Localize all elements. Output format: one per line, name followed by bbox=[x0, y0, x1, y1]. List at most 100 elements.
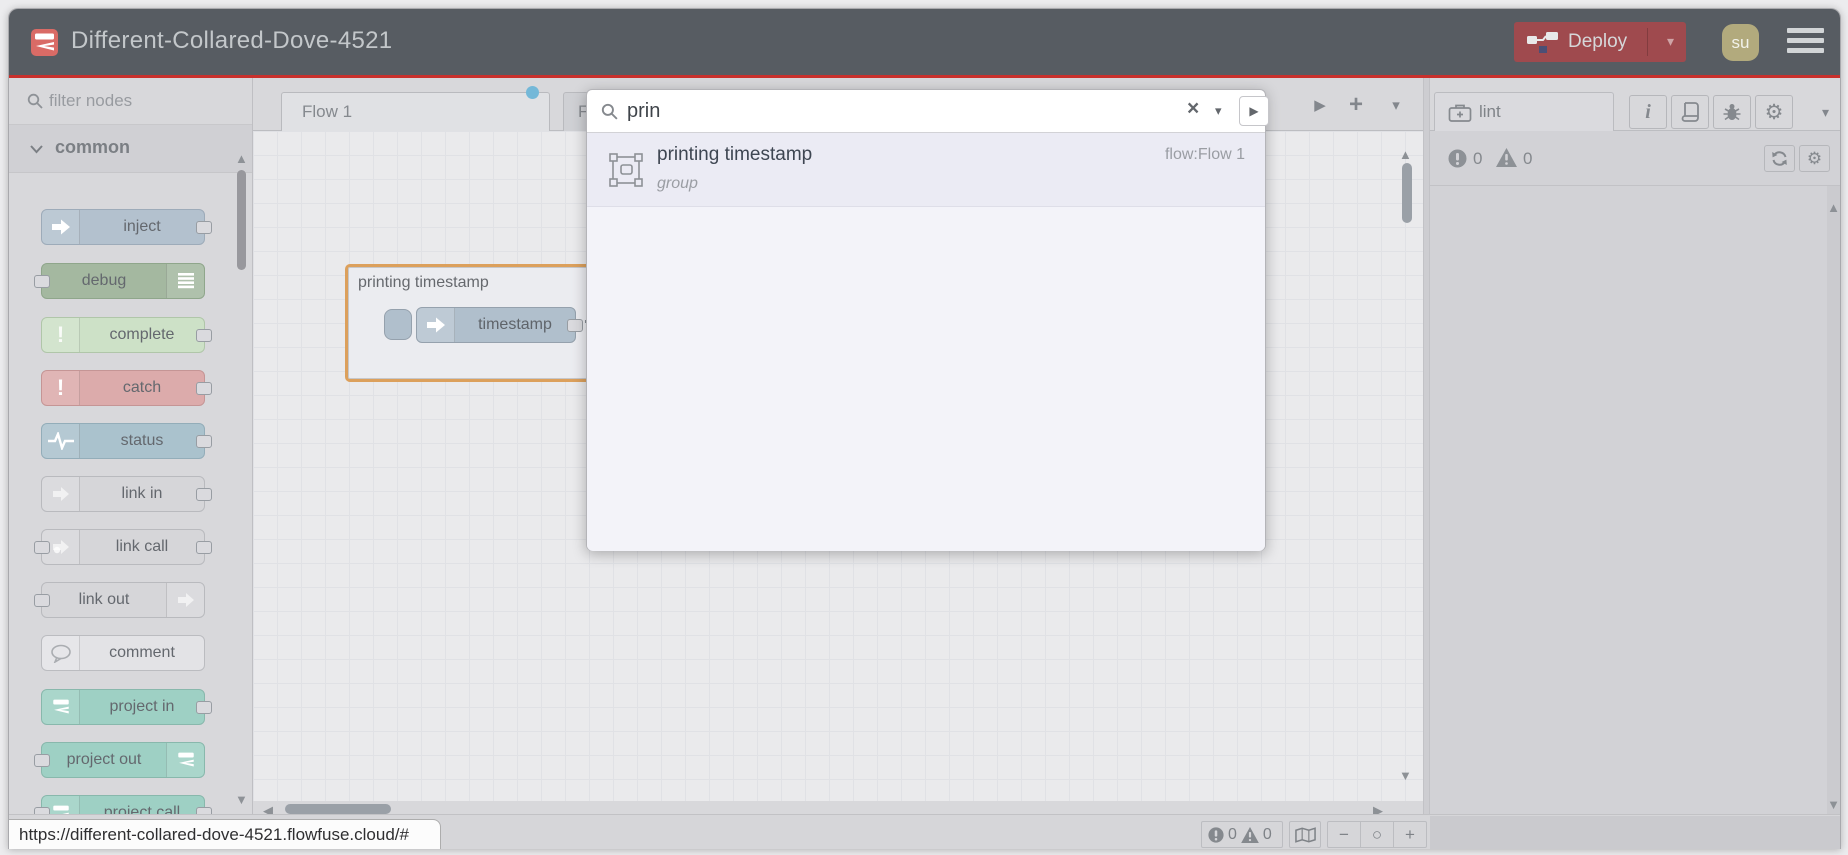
group-label: printing timestamp bbox=[358, 274, 489, 291]
input-port bbox=[34, 275, 50, 288]
palette-node-link-call[interactable]: link call bbox=[34, 529, 212, 565]
palette-node-link-in[interactable]: link in bbox=[41, 476, 212, 512]
search-result-row[interactable]: printing timestamp group flow:Flow 1 bbox=[587, 133, 1265, 207]
search-input[interactable] bbox=[627, 95, 1167, 127]
output-port bbox=[196, 807, 212, 814]
sidebar-scroll-down-icon[interactable]: ▼ bbox=[1827, 797, 1840, 812]
palette-node-project-out[interactable]: project out bbox=[34, 742, 205, 778]
tab-flow-1[interactable]: Flow 1 bbox=[281, 86, 550, 131]
lint-counts-toolbar: 0 0 ⚙ bbox=[1430, 131, 1840, 186]
error-circle-icon bbox=[1448, 149, 1467, 168]
lint-warning-count: 0 bbox=[1523, 149, 1533, 168]
canvas-warning-count: 0 bbox=[1262, 825, 1272, 843]
exclamation-icon: ! bbox=[42, 371, 80, 405]
palette-node-inject[interactable]: inject bbox=[41, 209, 212, 245]
deploy-button[interactable]: Deploy ▾ bbox=[1514, 22, 1686, 62]
output-port[interactable] bbox=[567, 319, 583, 332]
status-url: https://different-collared-dove-4521.flo… bbox=[19, 825, 409, 844]
canvas-error-count: 0 bbox=[1228, 825, 1237, 843]
info-tab-button[interactable]: i bbox=[1629, 95, 1667, 129]
palette-scroll-up-icon[interactable]: ▲ bbox=[235, 151, 248, 166]
palette-node-catch[interactable]: ! catch bbox=[41, 370, 212, 406]
palette-scrollbar-thumb[interactable] bbox=[237, 170, 246, 270]
palette-scroll-down-icon[interactable]: ▼ bbox=[235, 792, 248, 807]
canvas-scroll-down-icon[interactable]: ▼ bbox=[1399, 768, 1412, 783]
scroll-tabs-right-icon[interactable]: ▶ bbox=[1303, 78, 1337, 131]
palette-node-project-in[interactable]: project in bbox=[41, 689, 212, 725]
lint-panel: ▲ ▼ bbox=[1430, 186, 1840, 814]
exclamation-icon: ! bbox=[42, 318, 80, 352]
sidebar-menu-chevron-icon[interactable]: ▾ bbox=[1822, 104, 1829, 121]
config-tab-button[interactable]: ⚙ bbox=[1755, 95, 1793, 129]
zoom-reset-button[interactable]: ○ bbox=[1360, 822, 1393, 847]
output-port bbox=[196, 329, 212, 342]
palette-node-debug[interactable]: debug bbox=[34, 263, 205, 299]
search-icon bbox=[601, 103, 618, 120]
deploy-options-chevron-icon[interactable]: ▾ bbox=[1667, 33, 1674, 50]
tab-lint[interactable]: lint bbox=[1434, 92, 1614, 131]
palette-filter bbox=[9, 78, 252, 125]
bug-icon bbox=[1723, 104, 1741, 121]
result-location: flow:Flow 1 bbox=[1164, 146, 1245, 163]
palette-filter-input[interactable] bbox=[49, 86, 239, 116]
clear-search-icon[interactable]: × bbox=[1187, 97, 1199, 121]
sidebar-splitter[interactable] bbox=[1423, 78, 1430, 814]
palette-category-common[interactable]: common bbox=[9, 125, 252, 173]
sidebar-scroll-up-icon[interactable]: ▲ bbox=[1827, 200, 1840, 215]
inject-node[interactable]: timestamp bbox=[416, 307, 583, 343]
lint-refresh-button[interactable] bbox=[1764, 145, 1795, 172]
output-port bbox=[196, 701, 212, 714]
inject-arrow-icon bbox=[417, 308, 455, 342]
palette-node-project-call[interactable]: project call bbox=[34, 795, 212, 814]
app-window: Different-Collared-Dove-4521 Deploy ▾ su bbox=[8, 8, 1841, 849]
flow-modified-dot bbox=[526, 86, 539, 99]
group-icon bbox=[609, 153, 643, 187]
search-options-chevron-icon[interactable]: ▾ bbox=[1215, 103, 1222, 119]
zoom-controls: − ○ + bbox=[1327, 821, 1427, 848]
sidebar-tab-strip: lint i ⚙ ▾ bbox=[1430, 78, 1840, 131]
inject-arrow-icon bbox=[42, 210, 80, 244]
output-port bbox=[196, 435, 212, 448]
sidebar-scrollbar-track[interactable] bbox=[1827, 186, 1840, 814]
add-flow-button[interactable]: + bbox=[1339, 78, 1373, 131]
debug-tab-button[interactable] bbox=[1713, 95, 1751, 129]
palette-node-status[interactable]: status bbox=[41, 423, 212, 459]
deploy-label: Deploy bbox=[1568, 31, 1628, 52]
search-results-list: printing timestamp group flow:Flow 1 bbox=[587, 133, 1265, 551]
palette-node-complete[interactable]: ! complete bbox=[41, 317, 212, 353]
lint-error-count: 0 bbox=[1473, 149, 1483, 168]
palette-node-link-out[interactable]: link out bbox=[34, 582, 205, 618]
result-type: group bbox=[657, 175, 698, 192]
palette-node-comment[interactable]: comment bbox=[41, 635, 205, 671]
error-circle-icon bbox=[1208, 826, 1224, 843]
book-icon bbox=[1681, 102, 1699, 122]
pulse-icon bbox=[42, 424, 80, 458]
flow-list-chevron-icon[interactable]: ▾ bbox=[1379, 78, 1413, 131]
search-collapse-button[interactable]: ▶ bbox=[1239, 96, 1269, 126]
lint-settings-button[interactable]: ⚙ bbox=[1799, 145, 1830, 172]
zoom-in-button[interactable]: + bbox=[1393, 822, 1426, 847]
canvas-notification-counts[interactable]: 0 0 bbox=[1201, 821, 1283, 848]
palette: common inject debug ! complete bbox=[9, 78, 253, 814]
deploy-icon bbox=[1527, 32, 1558, 53]
comment-bubble-icon bbox=[42, 636, 80, 670]
link-arrow-icon bbox=[166, 583, 204, 617]
main-menu-button[interactable] bbox=[1787, 28, 1824, 56]
inject-trigger-button[interactable] bbox=[384, 309, 412, 340]
canvas-vscrollbar-thumb[interactable] bbox=[1402, 163, 1412, 223]
browser-status-tooltip: https://different-collared-dove-4521.flo… bbox=[9, 819, 441, 849]
toolbox-icon bbox=[1448, 104, 1472, 122]
gear-icon: ⚙ bbox=[1806, 148, 1823, 168]
output-port bbox=[196, 541, 212, 554]
help-tab-button[interactable] bbox=[1671, 95, 1709, 129]
node-group[interactable]: printing timestamp timestamp bbox=[345, 264, 593, 382]
zoom-out-button[interactable]: − bbox=[1328, 822, 1360, 847]
canvas-hscrollbar-thumb[interactable] bbox=[285, 804, 391, 814]
output-port bbox=[196, 221, 212, 234]
user-avatar[interactable]: su bbox=[1722, 24, 1759, 61]
canvas-scroll-up-icon[interactable]: ▲ bbox=[1399, 147, 1412, 162]
sidebar: lint i ⚙ ▾ 0 0 ⚙ ▲ ▼ bbox=[1430, 78, 1840, 814]
gear-icon: ⚙ bbox=[1764, 100, 1784, 124]
navigator-button[interactable] bbox=[1289, 821, 1321, 848]
warning-triangle-icon bbox=[1496, 148, 1517, 167]
